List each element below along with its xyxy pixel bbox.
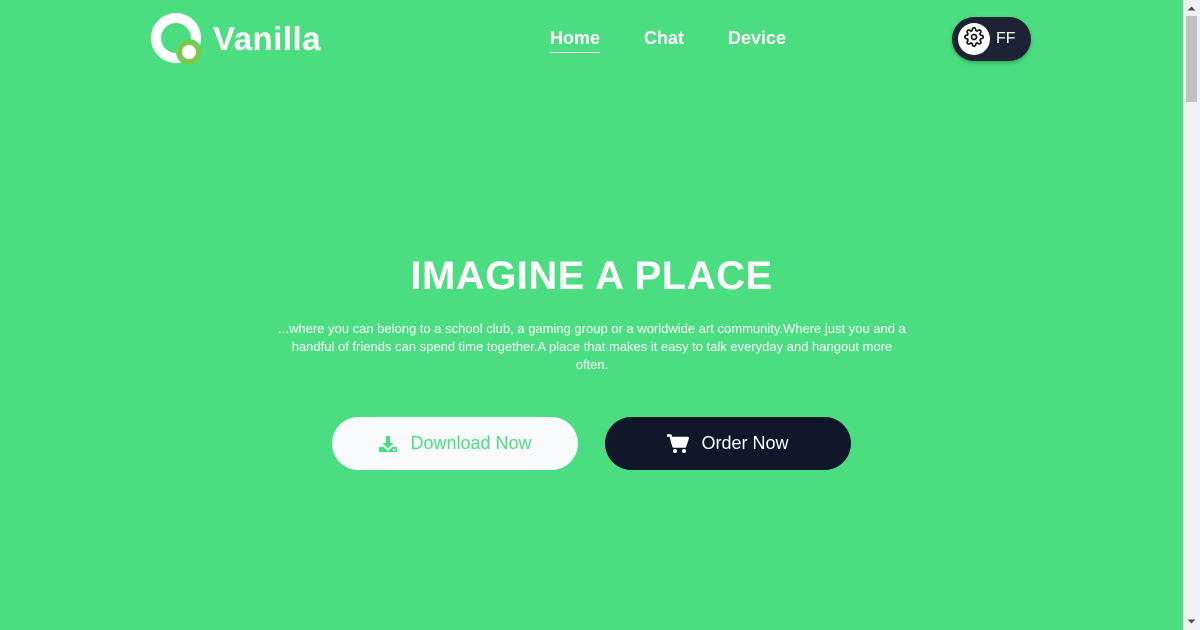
nav-device-link[interactable]: Device <box>728 28 786 53</box>
cart-icon <box>667 433 690 454</box>
scroll-down-icon[interactable] <box>1183 614 1200 630</box>
scroll-up-icon[interactable] <box>1183 0 1200 16</box>
order-button-label: Order Now <box>701 433 789 453</box>
download-button[interactable]: Download Now <box>332 417 578 470</box>
nav-home-link[interactable]: Home <box>550 28 601 53</box>
page: Vanilla Home Chat Device FF IMAGINE A PL… <box>0 0 1183 630</box>
order-button[interactable]: Order Now <box>605 417 851 470</box>
hero-title: IMAGINE A PLACE <box>410 254 773 298</box>
download-button-label: Download Now <box>410 433 532 453</box>
nav-chat-link[interactable]: Chat <box>644 28 684 53</box>
theme-toggle[interactable]: FF <box>952 17 1031 61</box>
gear-icon <box>964 26 984 52</box>
vertical-scrollbar[interactable] <box>1183 0 1200 630</box>
download-icon <box>378 435 398 453</box>
vanilla-logo-icon <box>151 13 205 65</box>
header: Vanilla Home Chat Device FF <box>0 0 1183 80</box>
brand-logo[interactable]: Vanilla <box>151 13 321 65</box>
hero-description: ...where you can belong to a school club… <box>278 321 906 372</box>
theme-toggle-label: FF <box>996 30 1016 47</box>
main-nav: Home Chat Device <box>550 28 786 53</box>
scroll-thumb[interactable] <box>1186 16 1197 102</box>
theme-toggle-knob <box>958 23 990 55</box>
brand-name: Vanilla <box>213 20 322 57</box>
